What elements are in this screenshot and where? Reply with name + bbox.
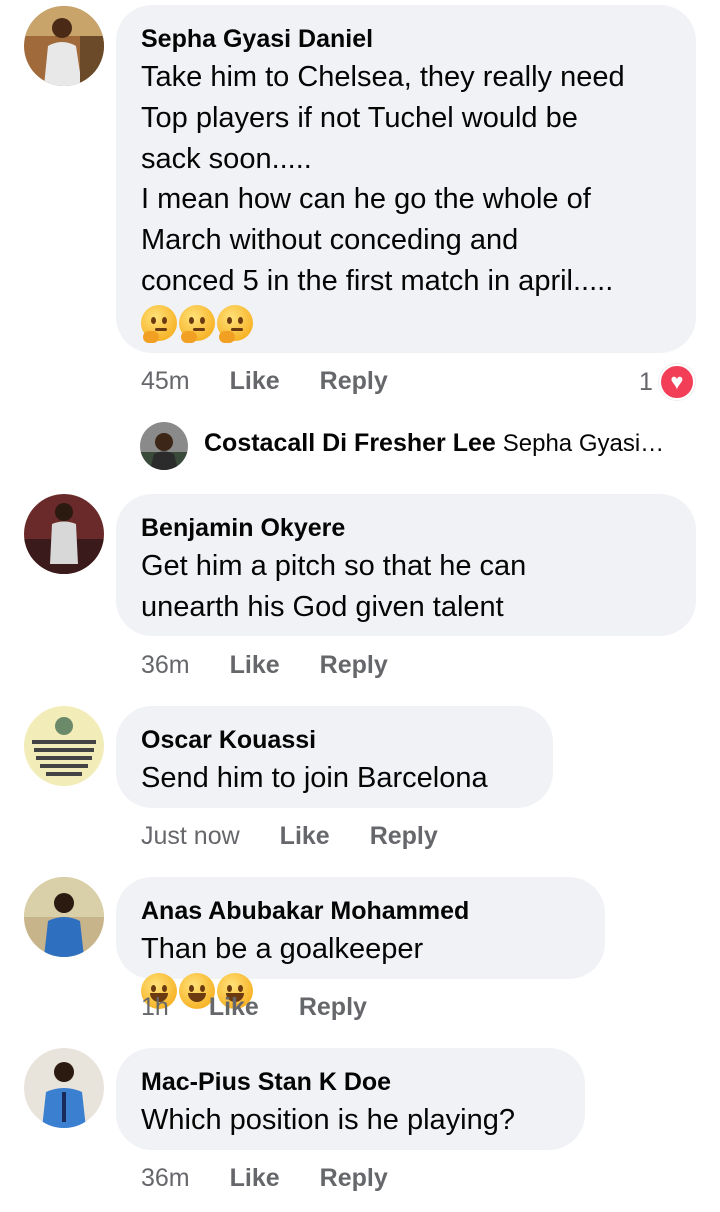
comment-author[interactable]: Benjamin Okyere bbox=[141, 512, 670, 544]
reply-button[interactable]: Reply bbox=[299, 991, 367, 1023]
comment-author[interactable]: Mac-Pius Stan K Doe bbox=[141, 1066, 559, 1098]
reply-button[interactable]: Reply bbox=[320, 649, 388, 681]
reaction-summary[interactable]: 1 bbox=[639, 364, 695, 400]
like-button[interactable]: Like bbox=[230, 649, 280, 681]
reply-avatar[interactable] bbox=[140, 422, 188, 470]
comment-actions: 1h Like Reply bbox=[141, 991, 367, 1023]
thinking-face-icon bbox=[141, 304, 177, 343]
reply-button[interactable]: Reply bbox=[320, 365, 388, 397]
avatar[interactable] bbox=[24, 6, 104, 86]
comment-time[interactable]: Just now bbox=[141, 820, 240, 852]
reaction-count: 1 bbox=[639, 367, 653, 396]
comment-actions: 45m Like Reply bbox=[141, 365, 388, 397]
comment-actions: 36m Like Reply bbox=[141, 1162, 388, 1194]
comment-time[interactable]: 36m bbox=[141, 649, 190, 681]
avatar[interactable] bbox=[24, 1048, 104, 1128]
reply-button[interactable]: Reply bbox=[370, 820, 438, 852]
avatar[interactable] bbox=[24, 877, 104, 957]
comment-author[interactable]: Anas Abubakar Mohammed bbox=[141, 895, 579, 927]
reply-author[interactable]: Costacall Di Fresher Lee bbox=[204, 429, 496, 457]
comment-actions: 36m Like Reply bbox=[141, 649, 388, 681]
thinking-face-icon bbox=[217, 304, 253, 343]
thinking-face-icon bbox=[179, 304, 215, 343]
comment-text: Get him a pitch so that he can unearth h… bbox=[141, 550, 527, 623]
comment-time[interactable]: 1h bbox=[141, 991, 169, 1023]
comment-text: Send him to join Barcelona bbox=[141, 762, 488, 794]
like-button[interactable]: Like bbox=[209, 991, 259, 1023]
comment-author[interactable]: Sepha Gyasi Daniel bbox=[141, 23, 670, 55]
heart-icon bbox=[658, 364, 695, 400]
comment-text: Take him to Chelsea, they really need To… bbox=[141, 61, 625, 297]
comment-bubble[interactable]: Sepha Gyasi Daniel Take him to Chelsea, … bbox=[116, 5, 696, 353]
reply-preview[interactable]: Costacall Di Fresher Lee Sepha Gyasi… bbox=[204, 429, 664, 458]
like-button[interactable]: Like bbox=[280, 820, 330, 852]
comment-author[interactable]: Oscar Kouassi bbox=[141, 724, 527, 756]
comment-bubble[interactable]: Oscar Kouassi Send him to join Barcelona bbox=[116, 706, 553, 808]
avatar[interactable] bbox=[24, 706, 104, 786]
comment-bubble[interactable]: Mac-Pius Stan K Doe Which position is he… bbox=[116, 1048, 585, 1150]
comment-time[interactable]: 36m bbox=[141, 1162, 190, 1194]
like-button[interactable]: Like bbox=[230, 365, 280, 397]
like-button[interactable]: Like bbox=[230, 1162, 280, 1194]
comment-bubble[interactable]: Anas Abubakar Mohammed Than be a goalkee… bbox=[116, 877, 605, 1010]
reply-snippet: Sepha Gyasi… bbox=[502, 430, 665, 457]
comment-actions: Just now Like Reply bbox=[141, 820, 438, 852]
comment-time[interactable]: 45m bbox=[141, 365, 190, 397]
comment-text: Which position is he playing? bbox=[141, 1104, 515, 1136]
emoji-row bbox=[141, 304, 670, 343]
avatar[interactable] bbox=[24, 494, 104, 574]
comment-text-body: Than be a goalkeeper bbox=[141, 933, 424, 965]
reply-button[interactable]: Reply bbox=[320, 1162, 388, 1194]
comment-bubble[interactable]: Benjamin Okyere Get him a pitch so that … bbox=[116, 494, 696, 636]
